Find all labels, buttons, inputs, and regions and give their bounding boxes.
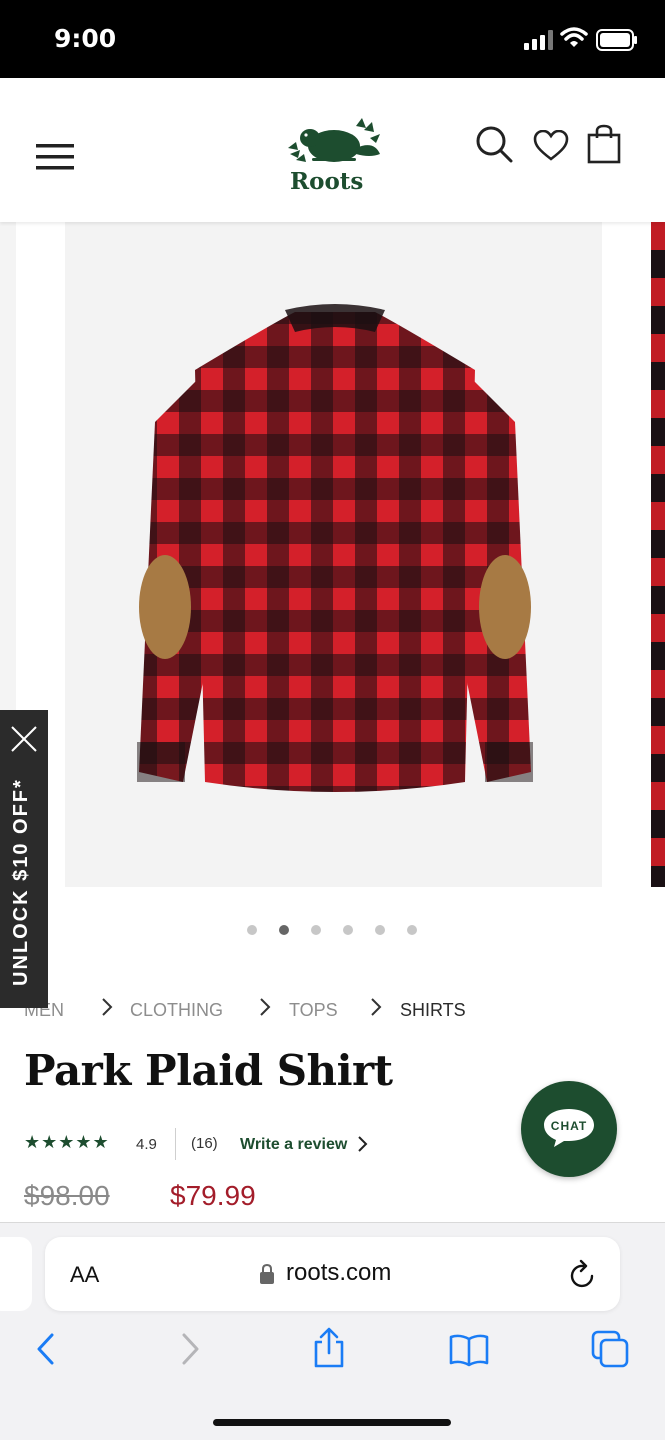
unlock-discount-tab[interactable]: UNLOCK $10 OFF* (0, 710, 48, 1008)
product-title: Park Plaid Shirt (24, 1046, 393, 1095)
brand-wordmark: Roots (290, 168, 364, 195)
lock-icon (260, 1263, 274, 1284)
write-review-link[interactable]: Write a review (240, 1136, 347, 1154)
share-icon[interactable] (312, 1327, 346, 1369)
next-slide-peek[interactable] (651, 222, 665, 887)
wifi-icon (560, 27, 588, 47)
carousel-dot[interactable] (311, 925, 321, 935)
breadcrumb-tops[interactable]: TOPS (289, 1000, 338, 1021)
tabs-icon[interactable] (590, 1329, 630, 1369)
bookmarks-icon[interactable] (448, 1333, 490, 1367)
chat-button[interactable]: CHAT (521, 1081, 617, 1177)
search-icon[interactable] (474, 124, 514, 164)
rating-value: 4.9 (136, 1136, 157, 1153)
status-time: 9:00 (54, 24, 117, 53)
breadcrumb-shirts[interactable]: SHIRTS (400, 1000, 466, 1021)
promo-label: UNLOCK $10 OFF* (10, 778, 32, 986)
price-row: $98.00 $79.99 (24, 1180, 424, 1220)
previous-tab-card[interactable] (0, 1237, 32, 1311)
plaid-shirt-image (137, 304, 533, 792)
product-image[interactable] (65, 222, 602, 887)
reload-icon[interactable] (569, 1259, 597, 1289)
close-icon[interactable] (9, 724, 39, 754)
carousel-dot[interactable] (375, 925, 385, 935)
home-indicator (213, 1419, 451, 1426)
chat-label: CHAT (550, 1119, 588, 1133)
heart-icon[interactable] (533, 130, 569, 162)
carousel-dot-active[interactable] (279, 925, 289, 935)
shopping-bag-icon[interactable] (586, 124, 622, 164)
divider (175, 1128, 176, 1160)
cellular-signal-icon (524, 30, 553, 50)
chevron-right-icon (102, 998, 113, 1016)
battery-icon (596, 29, 637, 51)
product-image-carousel[interactable] (0, 222, 665, 912)
browser-toolbar: AA roots.com (0, 1222, 665, 1440)
original-price: $98.00 (24, 1180, 110, 1211)
carousel-dot[interactable] (407, 925, 417, 935)
address-bar[interactable]: AA roots.com (45, 1237, 620, 1311)
breadcrumb-clothing[interactable]: CLOTHING (130, 1000, 223, 1021)
chevron-right-icon[interactable] (357, 1135, 369, 1153)
chevron-right-icon (371, 998, 382, 1016)
reader-text-size-button[interactable]: AA (70, 1262, 99, 1288)
site-header: Roots (0, 78, 665, 222)
chevron-right-icon (260, 998, 271, 1016)
star-rating-icons: ★★★★★ (24, 1132, 110, 1152)
carousel-dot[interactable] (343, 925, 353, 935)
url-text[interactable]: roots.com (286, 1259, 391, 1287)
rating-row: ★★★★★ 4.9 (16) Write a review (24, 1128, 444, 1160)
status-bar: 9:00 (0, 0, 665, 78)
review-count[interactable]: (16) (191, 1135, 218, 1152)
menu-icon[interactable] (34, 140, 76, 174)
forward-icon[interactable] (178, 1331, 202, 1367)
carousel-dot[interactable] (247, 925, 257, 935)
sale-price: $79.99 (170, 1180, 256, 1211)
carousel-pagination (0, 925, 665, 937)
back-icon[interactable] (34, 1331, 58, 1367)
